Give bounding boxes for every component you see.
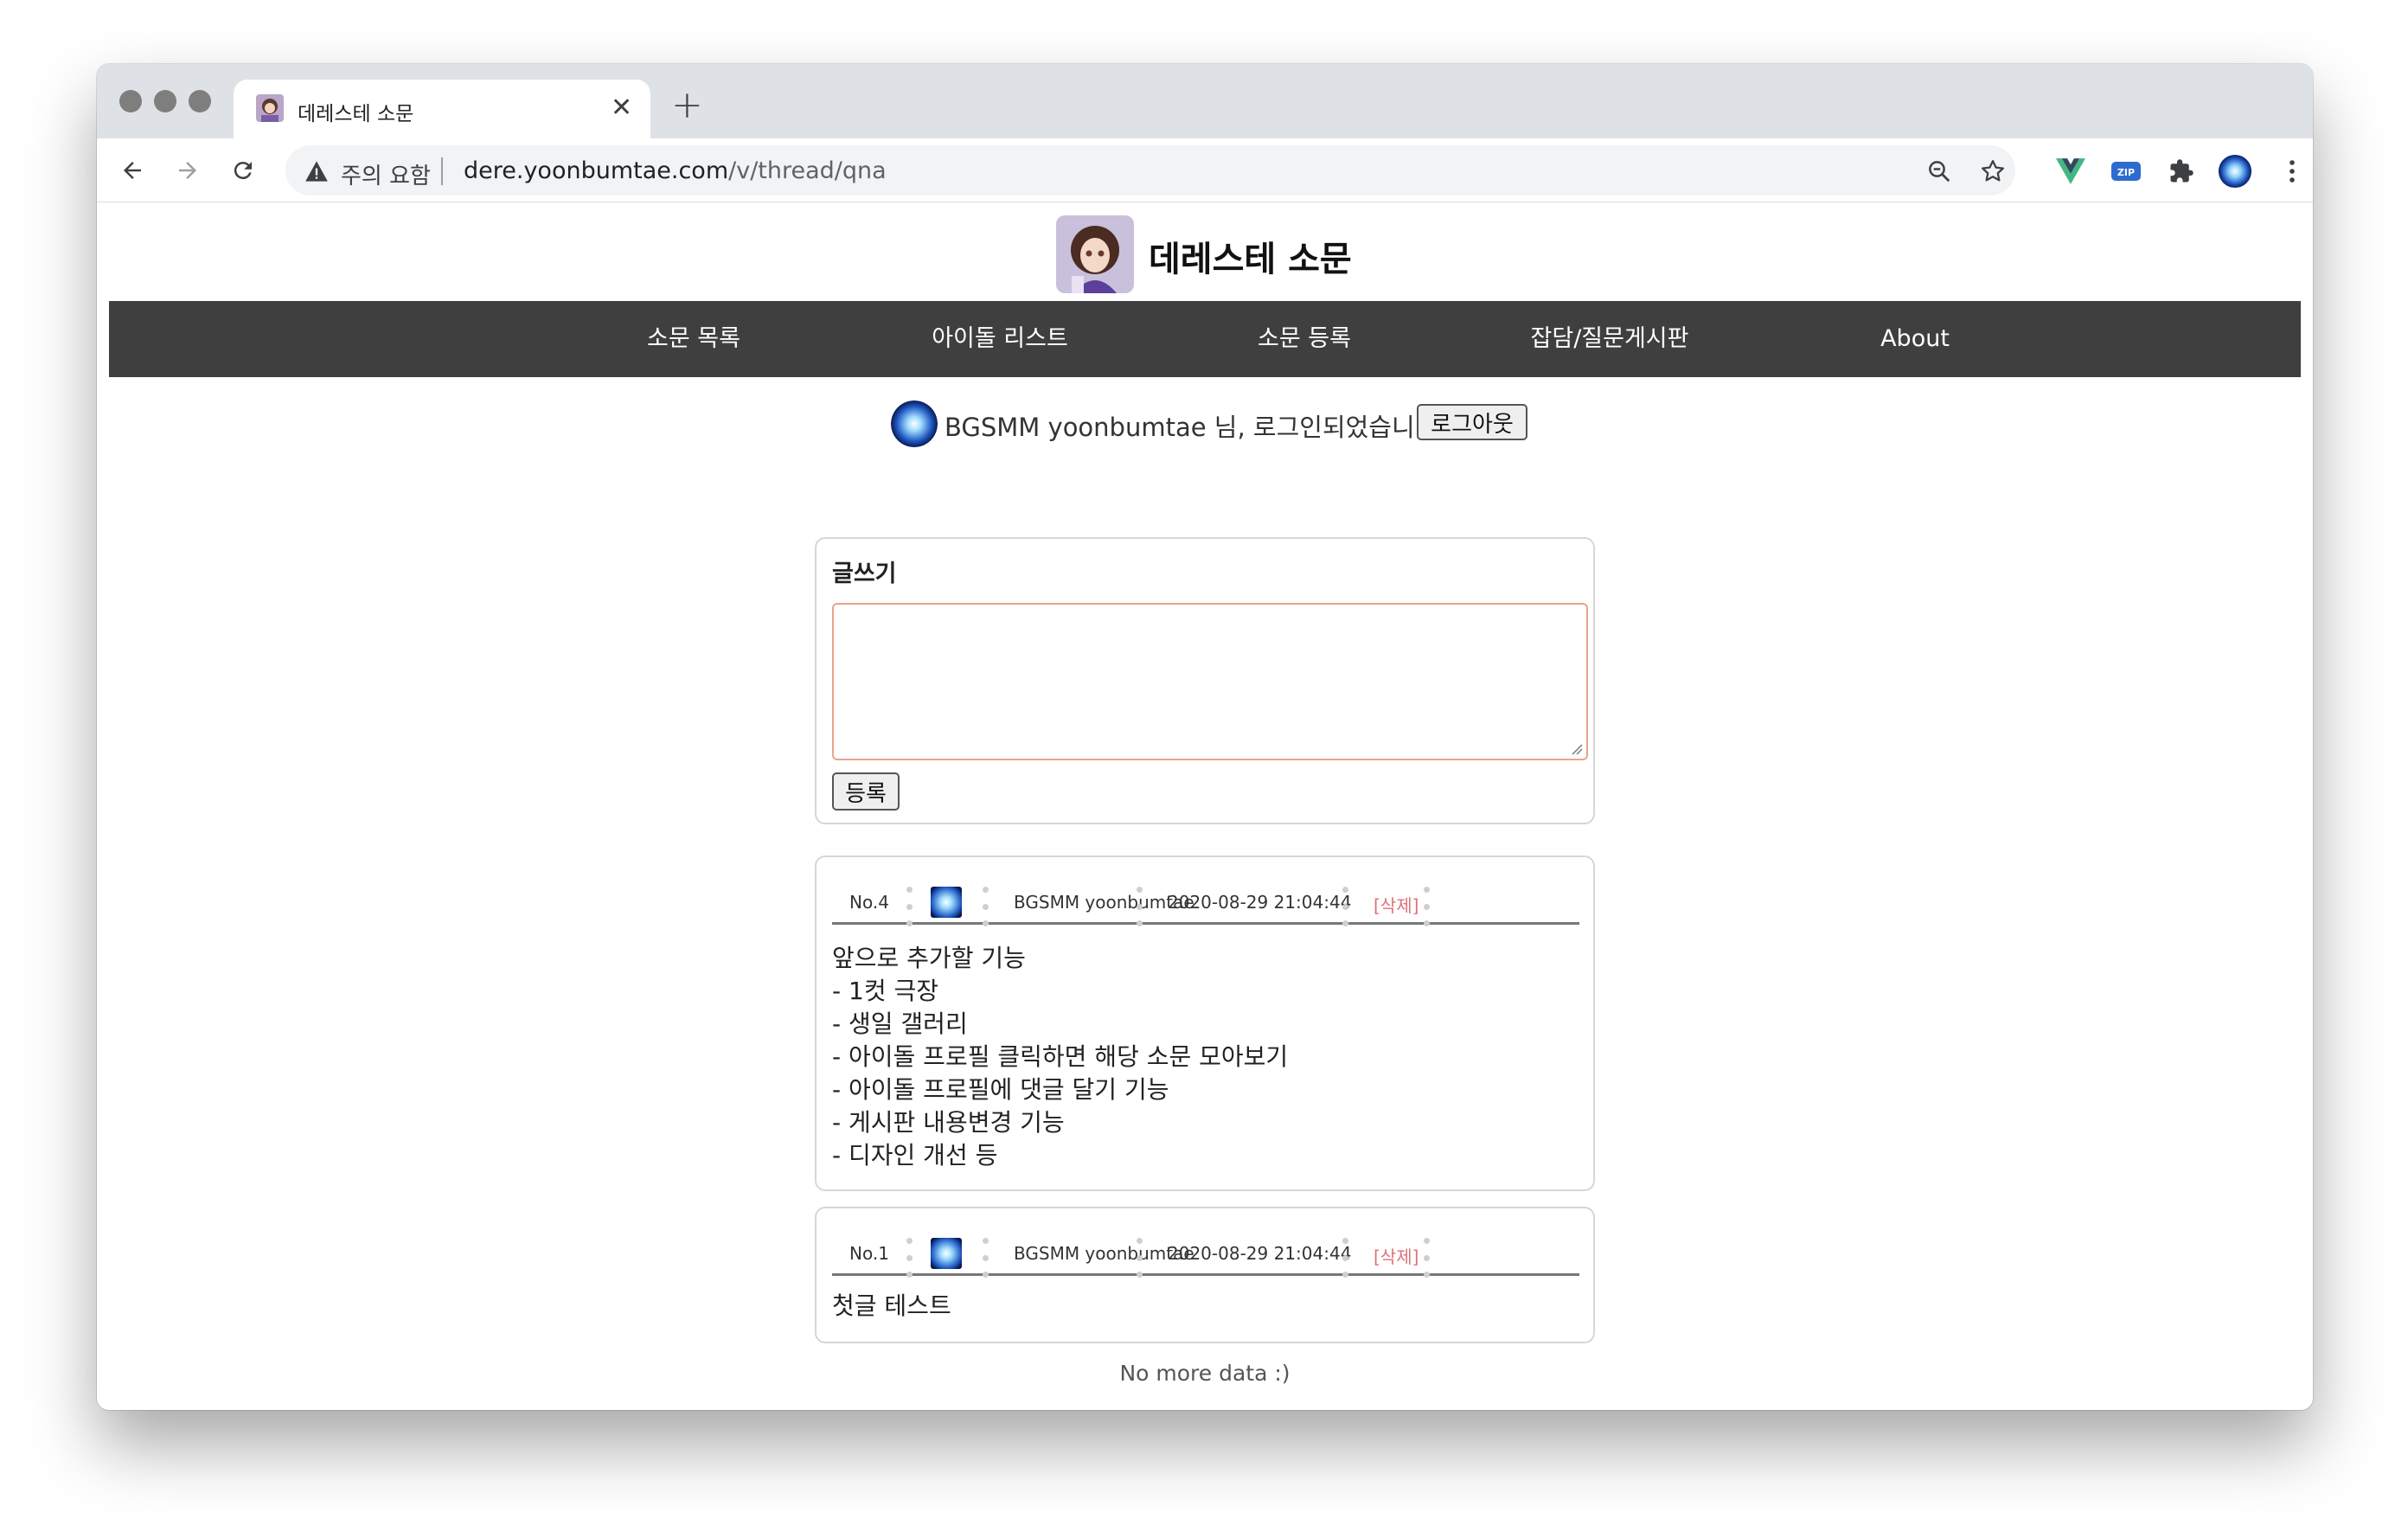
meta-separator <box>1137 887 1143 926</box>
meta-separator <box>906 887 913 926</box>
post-delete-link[interactable]: [삭제] <box>1374 1243 1419 1268</box>
meta-separator <box>1342 1238 1349 1278</box>
post-textarea[interactable] <box>832 603 1588 760</box>
write-title: 글쓰기 <box>832 561 897 587</box>
nav-about[interactable]: About <box>1880 301 1950 377</box>
security-warning-text[interactable]: 주의 요함 <box>341 158 431 190</box>
bookmark-star-icon[interactable] <box>1979 157 2007 185</box>
post-card: No.4 BGSMM yoonbumtae 2020-08-29 21:04:4… <box>815 856 1595 1191</box>
resize-grip-icon[interactable] <box>1569 741 1583 755</box>
post-meta: No.4 BGSMM yoonbumtae 2020-08-29 21:04:4… <box>832 873 1579 926</box>
nav-qna-board[interactable]: 잡담/질문게시판 <box>1531 301 1689 377</box>
browser-window: 데레스테 소문 ✕ + 주의 요함 dere.yoonbumtae.com/v/… <box>97 64 2313 1410</box>
reload-icon[interactable] <box>225 152 261 189</box>
address-bar[interactable]: 주의 요함 dere.yoonbumtae.com/v/thread/qna <box>285 145 2015 195</box>
post-meta: No.1 BGSMM yoonbumtae 2020-08-29 21:04:4… <box>832 1224 1579 1278</box>
post-body: 첫글 테스트 <box>832 1291 951 1320</box>
minimize-window-button[interactable] <box>154 90 176 112</box>
zoom-icon[interactable] <box>1925 157 1953 185</box>
login-message: BGSMM yoonbumtae 님, 로그인되었습니다. <box>945 413 1446 442</box>
site-logo[interactable] <box>1056 215 1134 293</box>
author-avatar <box>931 1238 962 1269</box>
vue-devtools-icon[interactable] <box>2053 154 2088 189</box>
meta-separator <box>983 887 989 926</box>
profile-avatar-icon[interactable] <box>2218 154 2252 189</box>
browser-tab[interactable]: 데레스테 소문 ✕ <box>234 80 650 140</box>
meta-separator <box>983 1238 989 1278</box>
extensions-puzzle-icon[interactable] <box>2164 154 2199 189</box>
user-avatar <box>891 401 938 447</box>
url-text[interactable]: dere.yoonbumtae.com/v/thread/qna <box>464 157 887 184</box>
nav-rumor-list[interactable]: 소문 목록 <box>647 301 740 377</box>
post-datetime: 2020-08-29 21:04:44 <box>1168 892 1352 913</box>
forward-icon[interactable] <box>170 152 206 189</box>
omnibox-divider <box>441 157 443 185</box>
tab-strip: 데레스테 소문 ✕ + <box>97 64 2313 140</box>
url-host: dere.yoonbumtae.com <box>464 157 729 184</box>
post-number: No.4 <box>849 892 889 913</box>
url-path: /v/thread/qna <box>728 157 887 184</box>
zip-extension-icon[interactable]: ZIP <box>2109 154 2143 189</box>
maximize-window-button[interactable] <box>189 90 211 112</box>
browser-toolbar: 주의 요함 dere.yoonbumtae.com/v/thread/qna Z… <box>97 138 2313 202</box>
write-card: 글쓰기 등록 <box>815 537 1595 824</box>
post-number: No.1 <box>849 1243 889 1264</box>
svg-text:ZIP: ZIP <box>2117 167 2135 178</box>
meta-separator <box>1137 1238 1143 1278</box>
favicon-icon <box>256 94 284 122</box>
back-icon[interactable] <box>114 152 150 189</box>
meta-separator <box>906 1238 913 1278</box>
author-avatar <box>931 887 962 918</box>
post-datetime: 2020-08-29 21:04:44 <box>1168 1243 1352 1264</box>
new-tab-icon[interactable]: + <box>671 85 703 126</box>
post-card: No.1 BGSMM yoonbumtae 2020-08-29 21:04:4… <box>815 1207 1595 1343</box>
tab-title: 데레스테 소문 <box>298 103 414 125</box>
meta-separator <box>1342 887 1349 926</box>
web-page: 데레스테 소문 소문 목록 아이돌 리스트 소문 등록 잡담/질문게시판 Abo… <box>97 203 2313 1410</box>
no-more-data-text: No more data :) <box>1119 1361 1290 1386</box>
close-window-button[interactable] <box>119 90 142 112</box>
submit-button[interactable]: 등록 <box>832 772 900 811</box>
browser-menu-icon[interactable] <box>2275 154 2309 189</box>
post-delete-link[interactable]: [삭제] <box>1374 892 1419 917</box>
nav-idol-list[interactable]: 아이돌 리스트 <box>932 301 1068 377</box>
warning-icon[interactable] <box>304 160 329 186</box>
meta-separator <box>1424 1238 1431 1278</box>
meta-separator <box>1424 887 1431 926</box>
tab-close-icon[interactable]: ✕ <box>611 91 632 125</box>
nav-rumor-register[interactable]: 소문 등록 <box>1258 301 1351 377</box>
main-navbar: 소문 목록 아이돌 리스트 소문 등록 잡담/질문게시판 About <box>109 301 2301 377</box>
site-title[interactable]: 데레스테 소문 <box>1149 231 1352 281</box>
post-body: 앞으로 추가할 기능 - 1컷 극장 - 생일 갤러리 - 아이돌 프로필 클릭… <box>832 944 1289 1170</box>
login-status: BGSMM yoonbumtae 님, 로그인되었습니다. 로그아웃 <box>97 395 2313 447</box>
logout-button[interactable]: 로그아웃 <box>1417 404 1527 440</box>
